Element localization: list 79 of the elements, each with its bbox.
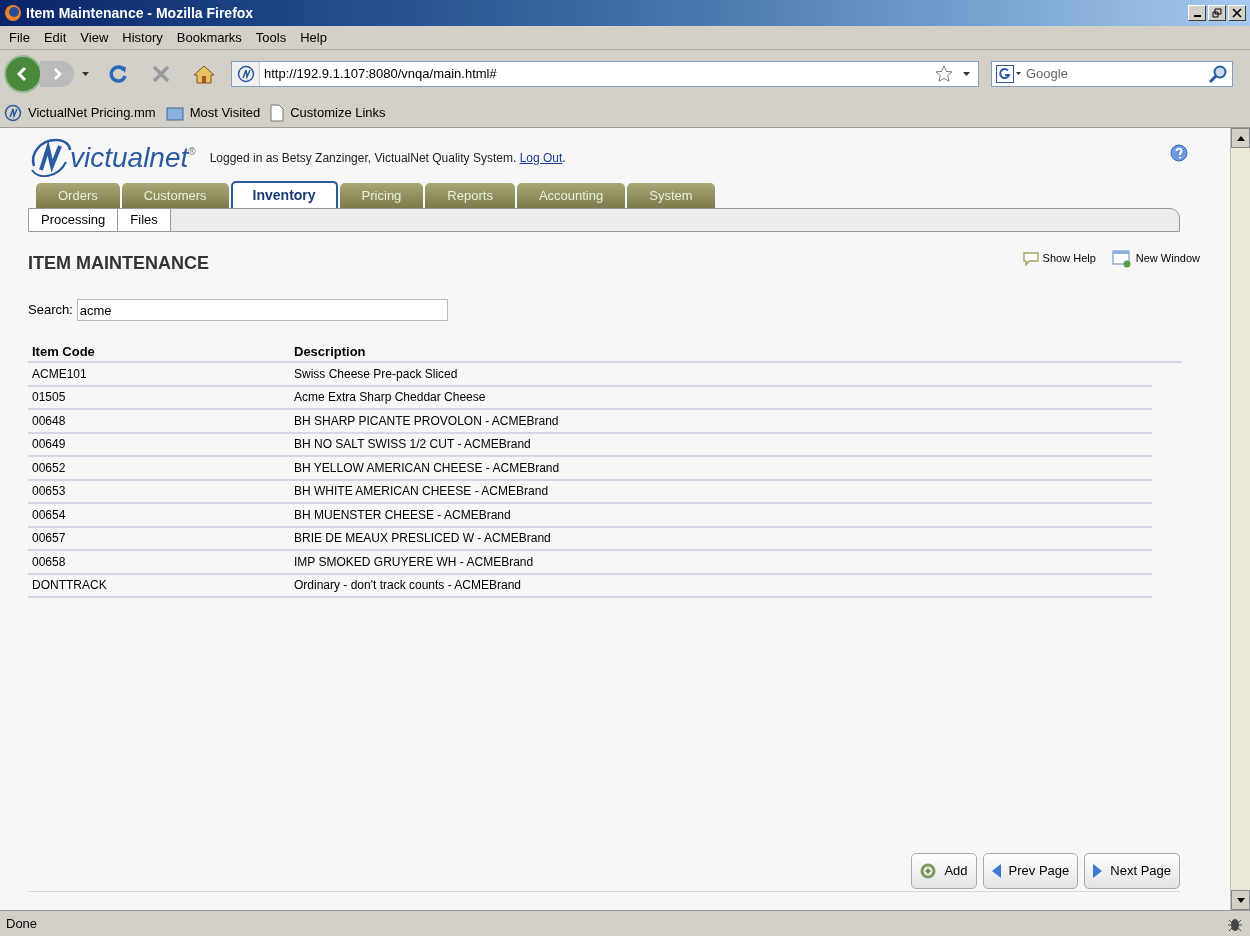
table-cell-text: 00649 <box>31 436 67 454</box>
right-triangle-icon <box>1093 864 1103 878</box>
table-cell-text: 00653 <box>31 483 67 501</box>
menu-item[interactable]: View <box>79 27 110 48</box>
table-cell-text: 00654 <box>31 506 67 524</box>
table-cell-text: BRIE DE MEAUX PRESLICED W - ACMEBrand <box>294 530 551 548</box>
up-arrow-icon <box>1236 135 1245 141</box>
prev-button[interactable]: Prev Page <box>982 853 1079 889</box>
close-icon <box>1232 8 1242 18</box>
down-arrow-icon <box>1236 897 1245 903</box>
dropdown-caret-icon[interactable] <box>82 72 89 76</box>
reload-icon[interactable] <box>107 63 129 85</box>
show-help-link[interactable]: Show Help <box>1022 250 1096 267</box>
next-button[interactable]: Next Page <box>1084 853 1180 889</box>
address-bar[interactable]: http://192.9.1.107:8080/vnqa/main.html# <box>231 61 979 87</box>
bookmark-link[interactable]: Customize Links <box>270 102 386 123</box>
table-cell-text: Acme Extra Sharp Cheddar Cheese <box>294 389 486 407</box>
table-cell-text: BH YELLOW AMERICAN CHEESE - ACMEBrand <box>294 459 560 477</box>
site-logo-icon <box>236 65 255 83</box>
address-input[interactable]: http://192.9.1.107:8080/vnqa/main.html# <box>260 64 935 84</box>
minimize-icon <box>1193 15 1201 17</box>
minimize-button[interactable] <box>1188 5 1206 21</box>
subtab[interactable]: Files <box>118 209 171 231</box>
table-cell-text: Ordinary - don't track counts - ACMEBrand <box>294 577 522 595</box>
search-label: Search: <box>28 301 73 320</box>
help-icon[interactable] <box>1170 144 1188 162</box>
login-status: Logged in as Betsy Zanzinger, VictualNet Quality System. Log Out. <box>209 150 566 167</box>
browser-logo-icon <box>4 4 22 22</box>
web-search-input[interactable]: Google <box>1022 64 1208 84</box>
table-cell-text: BH MUENSTER CHEESE - ACMEBrand <box>294 506 511 524</box>
new-window-link[interactable]: New Window <box>1111 249 1200 268</box>
table-cell-text: ACME101 <box>31 365 88 383</box>
table-cell-text: 00652 <box>31 459 67 477</box>
table-cell-text: DONTTRACK <box>31 577 108 595</box>
back-button[interactable] <box>4 55 42 93</box>
search-icon[interactable] <box>1208 64 1228 84</box>
page-title: ITEM MAINTENANCE <box>28 252 209 275</box>
scrollbar[interactable] <box>1230 128 1250 910</box>
table-cell-text: Swiss Cheese Pre-pack Sliced <box>294 365 458 383</box>
menu-item[interactable]: History <box>121 27 164 48</box>
subtab[interactable]: Processing <box>29 209 119 231</box>
search-bar[interactable]: Google <box>991 61 1233 87</box>
close-button[interactable] <box>1228 5 1246 21</box>
menu-item[interactable]: Help <box>299 27 328 48</box>
search-engine-icon[interactable] <box>996 65 1022 83</box>
column-header: Description <box>294 343 366 362</box>
table-cell-text: 01505 <box>31 389 67 407</box>
bookmark-link[interactable]: VictualNet Pricing.mm <box>4 102 156 123</box>
add-button[interactable]: Add <box>911 853 977 889</box>
table-cell-text: BH SHARP PICANTE PROVOLON - ACMEBrand <box>294 412 559 430</box>
nav-tab[interactable]: Inventory <box>230 181 338 208</box>
menu-item[interactable]: Edit <box>42 27 68 48</box>
column-header: Item Code <box>31 343 96 362</box>
folder-icon <box>165 104 184 121</box>
maximize-icon <box>1212 8 1222 18</box>
menu-item[interactable]: Bookmarks <box>175 27 243 48</box>
page-icon <box>270 103 285 122</box>
table-cell-text: 00648 <box>31 412 67 430</box>
victualnet-logo: victualnet® <box>28 136 196 180</box>
dropdown-caret-icon[interactable] <box>963 72 970 76</box>
plus-circle-icon <box>920 863 937 879</box>
table-cell-text: BH WHITE AMERICAN CHEESE - ACMEBrand <box>294 483 549 501</box>
maximize-button[interactable] <box>1208 5 1226 21</box>
window-plus-icon <box>1111 249 1132 268</box>
home-icon[interactable] <box>193 64 215 84</box>
table-cell-text: 00658 <box>31 553 67 571</box>
table-cell-text: BH NO SALT SWISS 1/2 CUT - ACMEBrand <box>294 436 531 454</box>
table-cell-text: 00657 <box>31 530 67 548</box>
speech-bubble-icon <box>1022 251 1039 266</box>
site-logo-icon <box>4 103 22 122</box>
menu-item[interactable]: Tools <box>254 27 288 48</box>
left-triangle-icon <box>991 864 1001 878</box>
status-text: Done <box>6 914 38 933</box>
bookmark-link[interactable]: Most Visited <box>165 102 261 123</box>
table-cell-text: IMP SMOKED GRUYERE WH - ACMEBrand <box>294 553 534 571</box>
menu-item[interactable]: File <box>8 27 31 48</box>
star-icon[interactable] <box>935 65 953 83</box>
search-input[interactable]: acme <box>76 299 448 321</box>
window-title: Item Maintenance - Mozilla Firefox <box>26 3 254 23</box>
